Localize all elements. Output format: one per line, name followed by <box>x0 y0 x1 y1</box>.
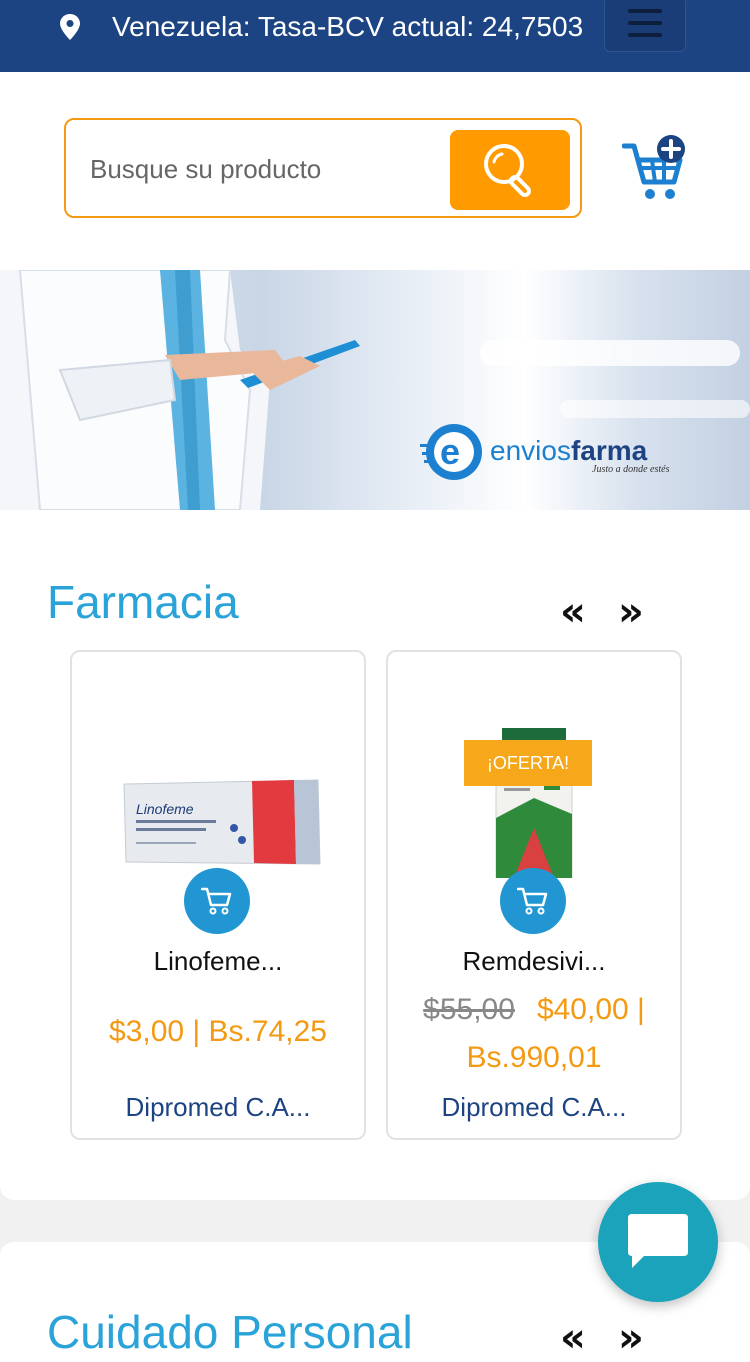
promo-banner[interactable]: e enviosfarma Justo a donde estés <box>0 270 750 510</box>
cart-add-icon[interactable] <box>622 130 688 206</box>
header <box>0 72 750 270</box>
cart-icon <box>517 887 548 915</box>
carousel-arrows: «» <box>560 1318 676 1358</box>
section-title: Farmacia <box>47 576 239 628</box>
doctor-illustration <box>0 270 360 510</box>
banner-streak <box>560 400 750 418</box>
next-arrow-button[interactable]: » <box>618 592 676 632</box>
product-card[interactable]: ¡OFERTA! Remdesivi... $55,00 $40,00 | Bs.… <box>386 650 682 1140</box>
product-price: $3,00 | Bs.74,25 <box>88 1008 348 1056</box>
banner-streak <box>480 340 740 366</box>
location-pin-icon <box>60 14 80 40</box>
current-price: $3,00 | Bs.74,25 <box>109 1015 327 1048</box>
svg-text:Linofeme: Linofeme <box>136 801 194 817</box>
chat-icon <box>628 1214 688 1268</box>
cart-icon <box>201 887 232 915</box>
hamburger-menu-icon <box>628 9 662 13</box>
top-bar: Venezuela: Tasa-BCV actual: 24,7503 <box>0 0 750 72</box>
prev-arrow-button[interactable]: « <box>560 592 618 632</box>
product-seller[interactable]: Dipromed C.A... <box>72 1092 364 1123</box>
hamburger-line <box>628 33 662 37</box>
product-card[interactable]: Linofeme Linofeme... $3,00 | Bs.74,25 Di… <box>70 650 366 1140</box>
svg-text:e: e <box>440 431 460 472</box>
add-to-cart-button[interactable] <box>184 868 250 934</box>
prev-arrow-button[interactable]: « <box>560 1318 618 1358</box>
product-name[interactable]: Remdesivi... <box>388 946 680 977</box>
search-input[interactable] <box>88 138 432 200</box>
farmacia-section: Farmacia «» Linofeme Linofeme... $3,00 |… <box>0 510 750 1200</box>
product-seller[interactable]: Dipromed C.A... <box>388 1092 680 1123</box>
add-to-cart-button[interactable] <box>500 868 566 934</box>
hamburger-line <box>628 21 662 25</box>
product-image: Linofeme <box>123 779 321 865</box>
old-price: $55,00 <box>423 993 515 1026</box>
next-arrow-button[interactable]: » <box>618 1318 676 1358</box>
product-name[interactable]: Linofeme... <box>72 946 364 977</box>
svg-text:enviosfarma: enviosfarma <box>490 435 648 466</box>
hamburger-menu-button[interactable] <box>604 0 686 52</box>
section-title: Cuidado Personal <box>47 1306 413 1358</box>
exchange-rate-text: Venezuela: Tasa-BCV actual: 24,7503 <box>112 11 584 42</box>
search-box <box>64 118 582 218</box>
carousel-arrows: «» <box>560 592 676 632</box>
brand-logo: e enviosfarma Justo a donde estés <box>420 424 670 480</box>
product-price: $55,00 $40,00 | Bs.990,01 <box>404 986 664 1082</box>
chat-button[interactable] <box>598 1182 718 1302</box>
offer-badge: ¡OFERTA! <box>464 740 592 786</box>
svg-text:Justo a donde estés: Justo a donde estés <box>592 464 670 475</box>
search-button[interactable] <box>450 130 570 210</box>
search-icon <box>484 144 531 197</box>
